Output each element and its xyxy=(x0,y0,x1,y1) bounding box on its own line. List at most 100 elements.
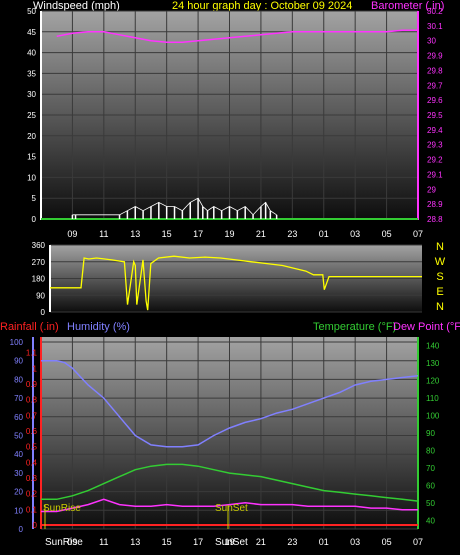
temperature-tick-label: 80 xyxy=(426,446,435,455)
baro-tick-label: 29.9 xyxy=(427,52,443,61)
time-tick-label: 19 xyxy=(224,229,234,239)
wind-tick-labels: 0 5 10 15 20 25 30 35 40 45 50 xyxy=(27,7,36,224)
rainfall-tick-label: 0 xyxy=(33,521,38,530)
wind-tick-label: 25 xyxy=(27,111,36,120)
sunset-axis-label: SunSet xyxy=(215,537,248,548)
compass-labels: NWSEN xyxy=(435,241,446,313)
sunrise-axis-label: SunRise xyxy=(45,537,83,548)
humidity-tick-labels: 0 10 20 30 40 50 60 70 80 90 100 xyxy=(10,338,24,534)
weather-graph: Windspeed (mph) 24 hour graph day : Octo… xyxy=(0,0,460,548)
rainfall-tick-label: 0.7 xyxy=(26,411,38,420)
rainfall-tick-label: 0.6 xyxy=(26,427,38,436)
temperature-axis-title: Temperature (°F) xyxy=(313,321,396,333)
time-tick-label: 23 xyxy=(287,229,297,239)
temperature-tick-label: 60 xyxy=(426,481,435,490)
baro-tick-label: 30.1 xyxy=(427,22,443,31)
temperature-tick-label: 50 xyxy=(426,499,435,508)
baro-tick-label: 29.1 xyxy=(427,170,443,179)
temperature-tick-label: 40 xyxy=(426,516,435,525)
baro-tick-label: 28.9 xyxy=(427,200,443,209)
rainfall-tick-label: 0.4 xyxy=(26,458,38,467)
compass-label: E xyxy=(436,286,443,298)
wind-tick-label: 45 xyxy=(27,28,36,37)
wind-tick-label: 30 xyxy=(27,90,36,99)
direction-tick-label: 0 xyxy=(41,308,46,317)
time-tick-label: 13 xyxy=(130,537,140,547)
baro-tick-label: 29.5 xyxy=(427,111,443,120)
direction-tick-labels: 0 90 180 270 360 xyxy=(32,241,46,317)
humidity-tick-label: 50 xyxy=(14,432,23,441)
time-tick-label: 13 xyxy=(130,229,140,239)
time-tick-label: 01 xyxy=(319,537,329,547)
direction-tick-label: 360 xyxy=(32,241,46,250)
baro-tick-label: 30 xyxy=(427,37,436,46)
baro-tick-label: 29.8 xyxy=(427,66,443,75)
humidity-tick-label: 10 xyxy=(14,506,23,515)
wind-tick-label: 5 xyxy=(32,194,37,203)
windspeed-axis-title: Windspeed (mph) xyxy=(33,0,120,12)
humidity-tick-label: 100 xyxy=(10,338,24,347)
wind-tick-label: 20 xyxy=(27,132,36,141)
time-tick-label: 05 xyxy=(382,537,392,547)
wind-tick-label: 0 xyxy=(32,215,37,224)
temperature-tick-label: 120 xyxy=(426,377,440,386)
rainfall-tick-label: 1 xyxy=(33,364,38,373)
compass-label: N xyxy=(436,241,444,253)
rainfall-tick-label: 0.2 xyxy=(26,490,38,499)
temperature-tick-label: 130 xyxy=(426,359,440,368)
humidity-tick-label: 90 xyxy=(14,357,23,366)
direction-tick-label: 270 xyxy=(32,258,46,267)
time-tick-label: 23 xyxy=(287,537,297,547)
direction-tick-label: 90 xyxy=(36,291,45,300)
chart-title: 24 hour graph day : October 09 2024 xyxy=(172,0,352,12)
rainfall-tick-label: 1.1 xyxy=(26,349,38,358)
temperature-tick-label: 100 xyxy=(426,412,440,421)
rainfall-tick-label: 0.9 xyxy=(26,380,38,389)
time-tick-label: 11 xyxy=(99,537,108,547)
rainfall-tick-labels: 0 0.1 0.2 0.3 0.4 0.5 0.6 0.7 0.8 0.9 1 1.1 xyxy=(26,349,38,530)
compass-label: N xyxy=(436,301,444,313)
humidity-tick-label: 80 xyxy=(14,375,23,384)
baro-tick-label: 29.7 xyxy=(427,81,443,90)
humidity-tick-label: 20 xyxy=(14,488,23,497)
time-tick-label: 03 xyxy=(350,229,360,239)
temperature-tick-label: 90 xyxy=(426,429,435,438)
baro-tick-label: 29.4 xyxy=(427,126,443,135)
temperature-tick-label: 140 xyxy=(426,342,440,351)
wind-tick-label: 15 xyxy=(27,153,36,162)
time-tick-label: 17 xyxy=(193,537,203,547)
sunrise-label: SunRise xyxy=(43,503,81,514)
baro-tick-label: 29 xyxy=(427,185,436,194)
time-tick-label: 21 xyxy=(256,229,266,239)
time-tick-label: 17 xyxy=(193,229,203,239)
baro-tick-label: 29.3 xyxy=(427,141,443,150)
time-tick-label: 07 xyxy=(413,229,423,239)
rainfall-tick-label: 0.1 xyxy=(26,505,38,514)
top-time-tick-labels: 09 11 13 15 17 19 21 23 01 03 05 07 xyxy=(67,229,423,239)
temperature-tick-label: 70 xyxy=(426,464,435,473)
rainfall-tick-label: 0.5 xyxy=(26,443,38,452)
humidity-tick-label: 60 xyxy=(14,413,23,422)
humidity-axis-title: Humidity (%) xyxy=(67,321,130,333)
time-tick-label: 07 xyxy=(413,537,423,547)
rainfall-axis-title: Rainfall (.in) xyxy=(0,321,59,333)
sunset-label: SunSet xyxy=(215,503,248,514)
baro-tick-label: 29.6 xyxy=(427,96,443,105)
time-tick-label: 05 xyxy=(382,229,392,239)
temperature-tick-label: 110 xyxy=(426,394,439,403)
humidity-tick-label: 30 xyxy=(14,469,23,478)
baro-tick-label: 29.2 xyxy=(427,156,443,165)
time-tick-label: 15 xyxy=(162,229,172,239)
humidity-tick-label: 0 xyxy=(19,525,24,534)
humidity-tick-label: 70 xyxy=(14,394,23,403)
baro-tick-labels: 28.8 28.9 29 29.1 29.2 29.3 29.4 29.5 29.6 29.7 29… xyxy=(427,7,443,224)
baro-tick-label: 30.2 xyxy=(427,7,443,16)
wind-tick-label: 35 xyxy=(27,69,36,78)
rainfall-tick-label: 0.3 xyxy=(26,474,38,483)
dewpoint-axis-title: Dew Point (°F) xyxy=(393,321,460,333)
baro-tick-label: 28.8 xyxy=(427,215,443,224)
time-tick-label: 03 xyxy=(350,537,360,547)
wind-tick-label: 50 xyxy=(27,7,36,16)
compass-label: W xyxy=(435,256,446,268)
rainfall-tick-label: 0.8 xyxy=(26,396,38,405)
